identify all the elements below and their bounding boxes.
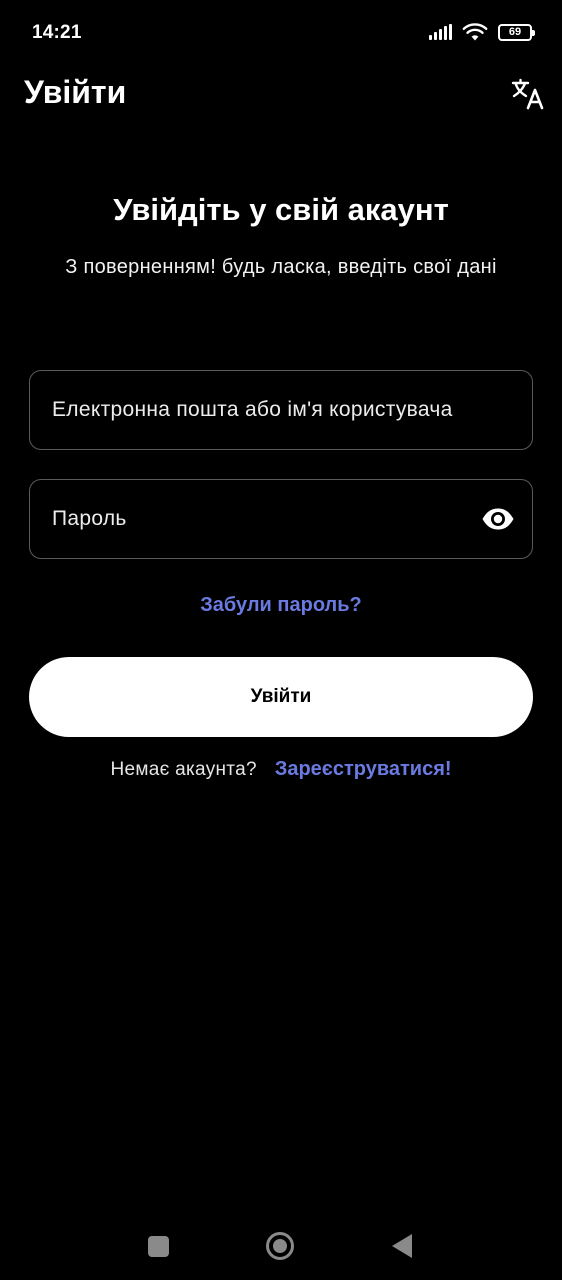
translate-button[interactable] [510, 76, 546, 112]
password-field[interactable]: Пароль [29, 479, 533, 559]
app-bar: Увійти [0, 66, 562, 126]
login-screen: 14:21 69 Увійти Увійдіть у свій акаунт З… [0, 0, 562, 1280]
system-nav-bar [0, 1210, 562, 1280]
status-bar: 14:21 69 [0, 0, 562, 66]
back-icon[interactable] [392, 1234, 412, 1258]
email-field[interactable]: Електронна пошта або ім'я користувача [29, 370, 533, 450]
status-time: 14:21 [32, 22, 82, 43]
login-button[interactable]: Увійти [29, 657, 533, 737]
eye-icon [482, 508, 514, 530]
password-visibility-toggle[interactable] [480, 501, 516, 537]
no-account-prompt: Немає акаунта? [110, 759, 257, 780]
page-title: Увійти [24, 74, 127, 110]
forgot-password-link[interactable]: Забули пароль? [0, 594, 562, 617]
login-heading: Увійдіть у свій акаунт [113, 192, 449, 227]
signal-icon [429, 24, 452, 40]
recents-icon[interactable] [148, 1236, 169, 1257]
register-row: Немає акаунта? Зареєструватися! [0, 758, 562, 781]
register-link[interactable]: Зареєструватися! [275, 758, 452, 781]
login-subheading: З поверненням! будь ласка, введіть свої … [65, 256, 497, 278]
status-icons: 69 [429, 22, 535, 42]
wifi-icon [462, 23, 488, 41]
battery-level: 69 [508, 25, 522, 38]
translate-icon [511, 78, 544, 110]
password-placeholder: Пароль [52, 507, 127, 530]
home-icon[interactable] [266, 1232, 294, 1260]
battery-icon: 69 [498, 23, 535, 41]
email-placeholder: Електронна пошта або ім'я користувача [52, 398, 453, 421]
